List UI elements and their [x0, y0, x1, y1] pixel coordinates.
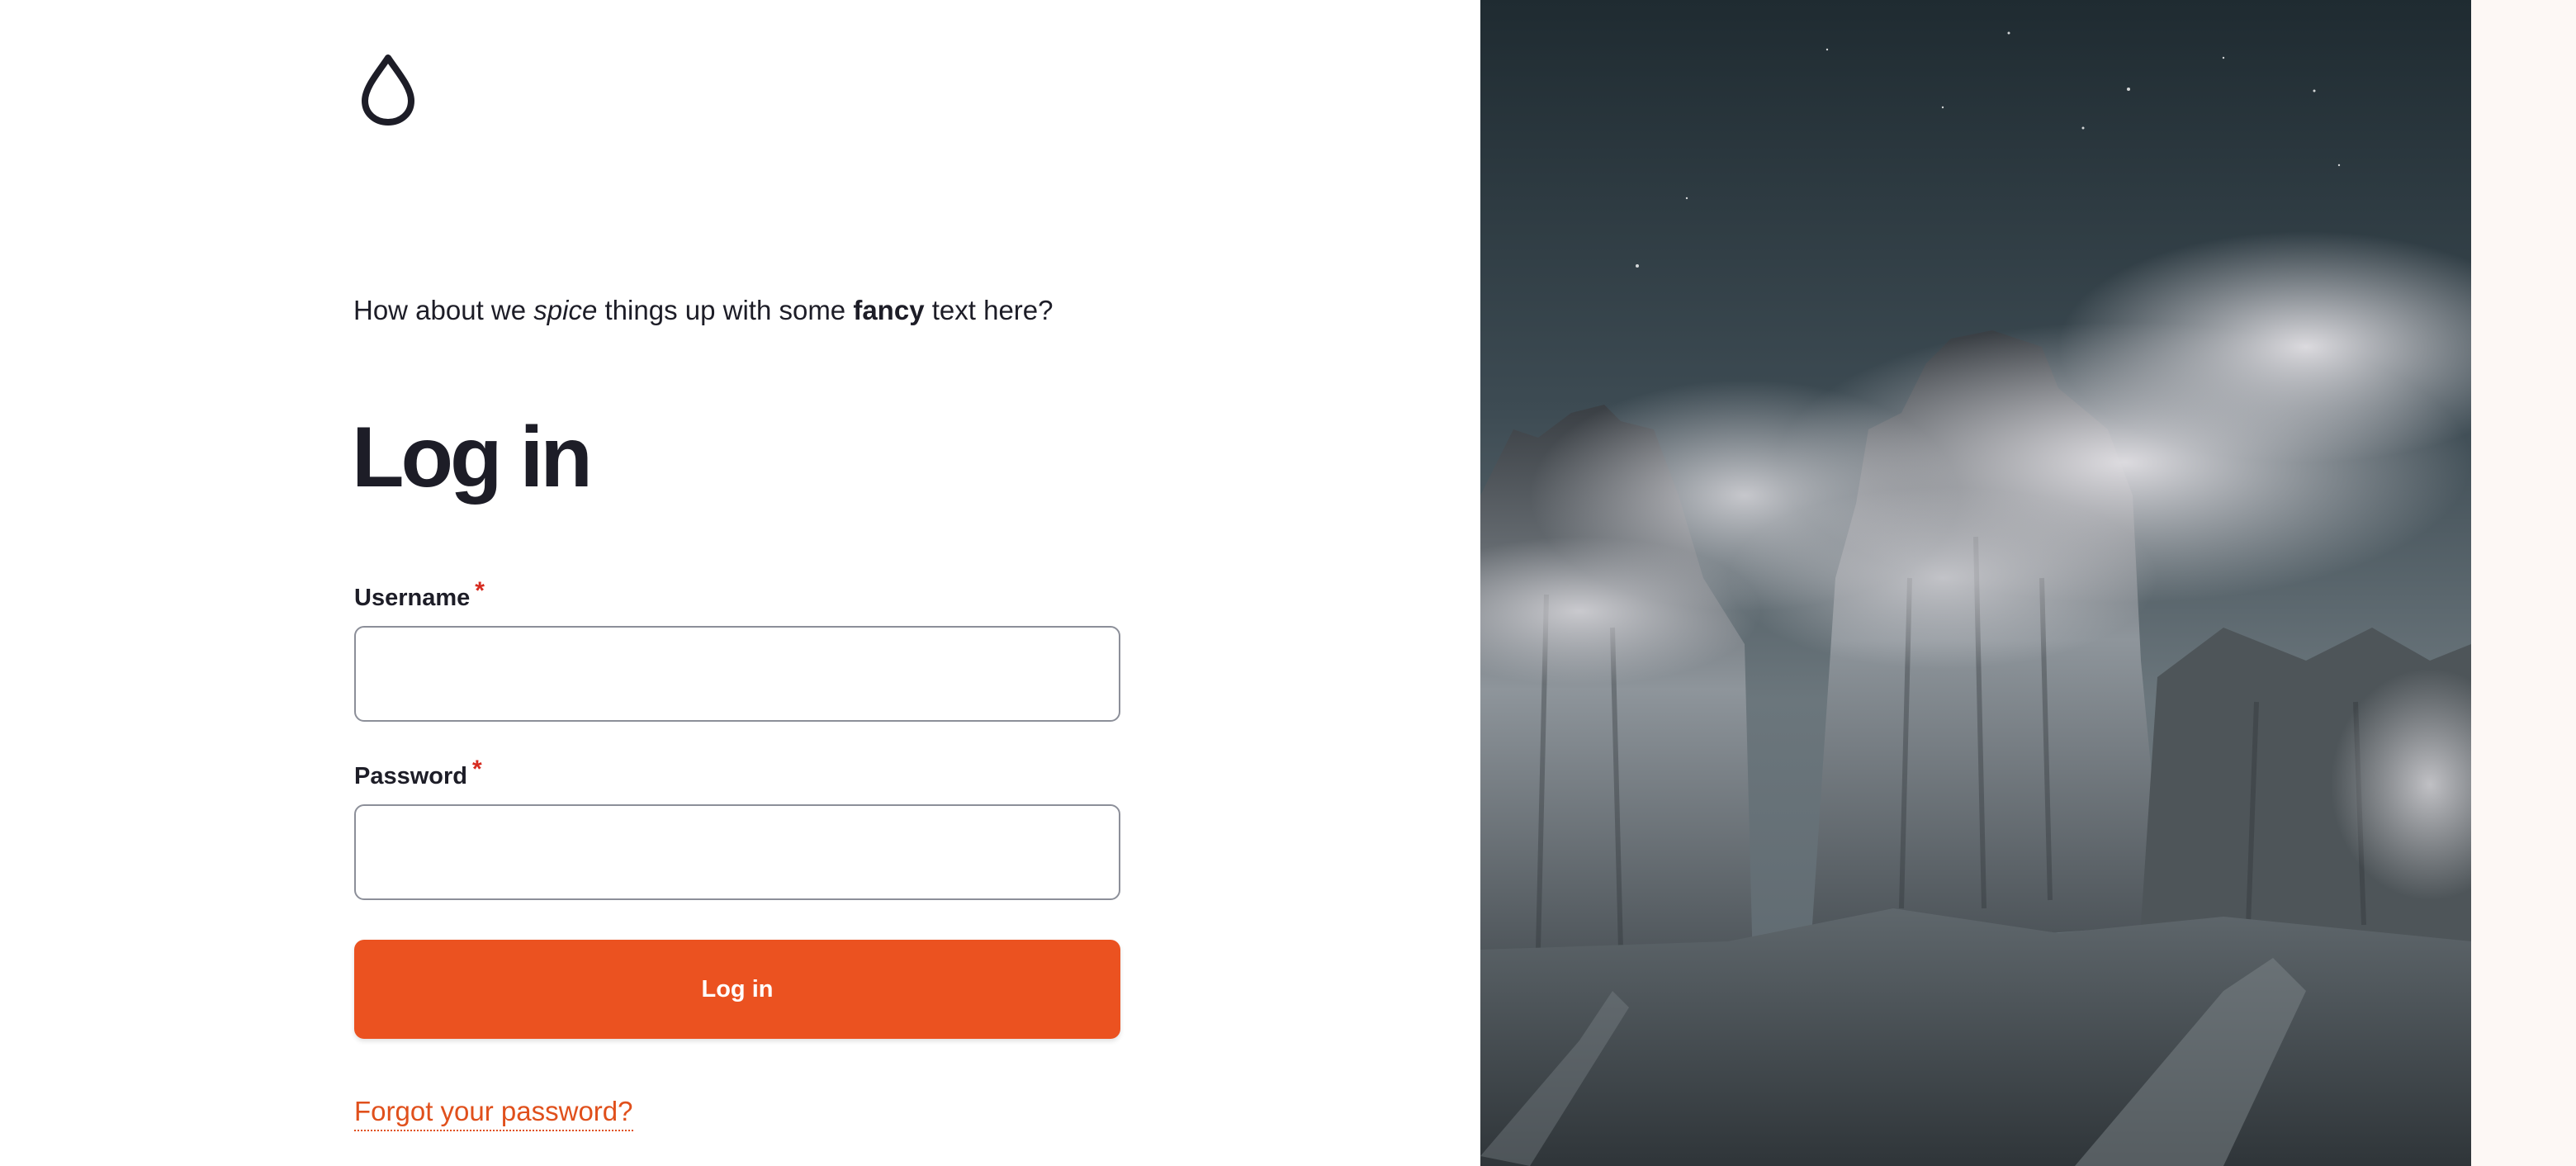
droplet-icon [360, 55, 416, 126]
tagline-italic: spice [533, 295, 598, 325]
login-page: How about we spice things up with some f… [0, 0, 2576, 1166]
required-marker: * [472, 756, 482, 783]
hero-mountain-image [1480, 0, 2471, 1166]
required-marker: * [475, 577, 485, 604]
username-field[interactable] [354, 626, 1120, 722]
tagline: How about we spice things up with some f… [353, 295, 1054, 325]
username-label: Username * [354, 577, 485, 611]
password-field[interactable] [354, 804, 1120, 900]
password-label: Password * [354, 756, 482, 789]
forgot-password-link[interactable]: Forgot your password? [354, 1093, 633, 1131]
right-margin [2471, 0, 2576, 1166]
login-button[interactable]: Log in [354, 940, 1120, 1039]
login-pane: How about we spice things up with some f… [0, 0, 1480, 1166]
page-title: Log in [352, 410, 593, 505]
tagline-bold: fancy [853, 295, 925, 325]
